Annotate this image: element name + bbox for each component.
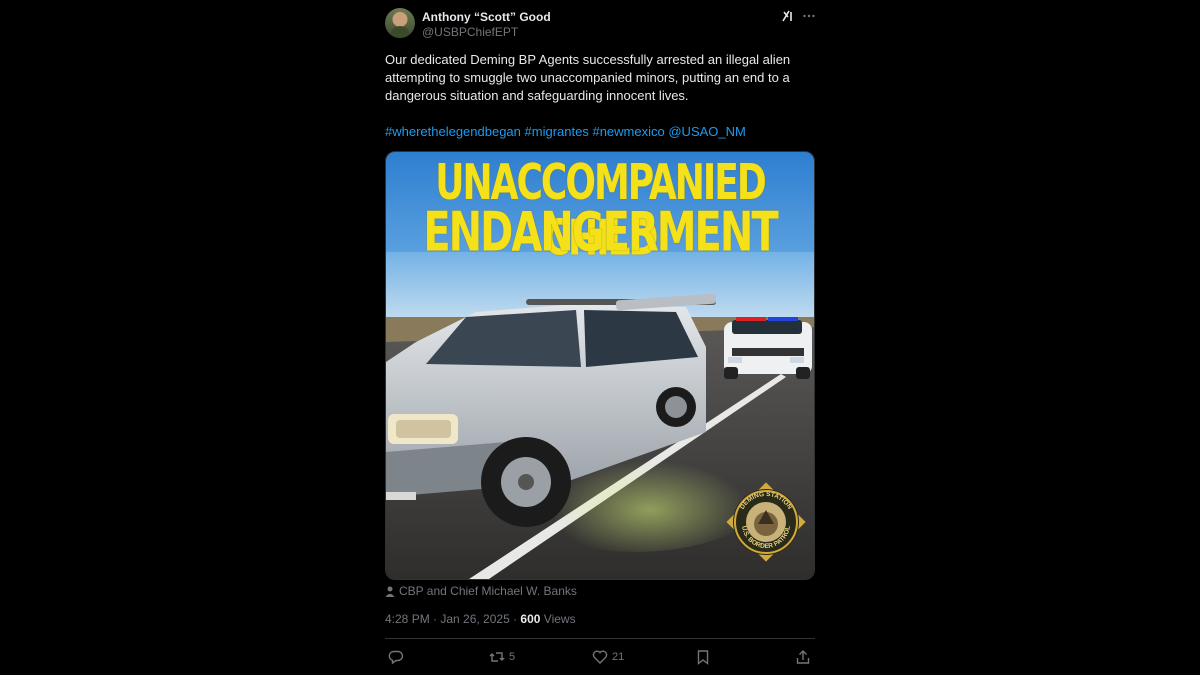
tweet-meta: 4:28 PM · Jan 26, 2025 · 600 Views <box>385 612 576 626</box>
media-title-line2: ENDANGERMENT <box>423 202 778 265</box>
heart-icon <box>592 650 608 664</box>
like-button[interactable]: 21 <box>592 648 624 666</box>
bookmark-button[interactable] <box>695 648 715 666</box>
media-attribution[interactable]: CBP and Chief Michael W. Banks <box>385 584 577 598</box>
share-button[interactable] <box>795 648 815 666</box>
attribution-text: CBP and Chief Michael W. Banks <box>399 584 577 598</box>
police-suv <box>724 317 812 379</box>
retweet-count: 5 <box>509 651 516 663</box>
tweet-text: Our dedicated Deming BP Agents successfu… <box>385 52 791 103</box>
more-options-icon[interactable] <box>802 9 816 23</box>
share-icon <box>796 650 810 664</box>
like-count: 21 <box>612 651 625 663</box>
author-name[interactable]: Anthony “Scott” Good <box>422 10 551 24</box>
tweet: Anthony “Scott” Good @USBPChiefEPT Our d… <box>385 0 815 675</box>
action-bar: 5 21 <box>385 648 815 668</box>
timestamp[interactable]: 4:28 PM · Jan 26, 2025 · <box>385 612 520 626</box>
divider <box>385 638 815 639</box>
person-icon <box>385 586 395 597</box>
author-handle[interactable]: @USBPChiefEPT <box>422 25 518 39</box>
views-count: 600 <box>520 612 541 626</box>
hashtag-link[interactable]: #newmexico <box>592 124 664 139</box>
reply-icon <box>388 650 404 665</box>
mention-link[interactable]: @USAO_NM <box>668 124 746 139</box>
grok-icon[interactable] <box>781 9 795 23</box>
retweet-icon <box>489 652 505 662</box>
hashtag-link[interactable]: #migrantes <box>525 124 589 139</box>
tweet-media-image[interactable]: DEMING STATION U.S. BORDER PATROL UNACCO… <box>385 151 815 580</box>
avatar[interactable] <box>385 8 415 38</box>
views-label: Views <box>540 612 576 626</box>
bookmark-icon <box>697 650 709 665</box>
hashtag-list: #wherethelegendbegan #migrantes #newmexi… <box>385 123 815 141</box>
reply-button[interactable] <box>388 648 408 666</box>
hashtag-link[interactable]: #wherethelegendbegan <box>385 124 521 139</box>
retweet-button[interactable]: 5 <box>489 648 515 666</box>
